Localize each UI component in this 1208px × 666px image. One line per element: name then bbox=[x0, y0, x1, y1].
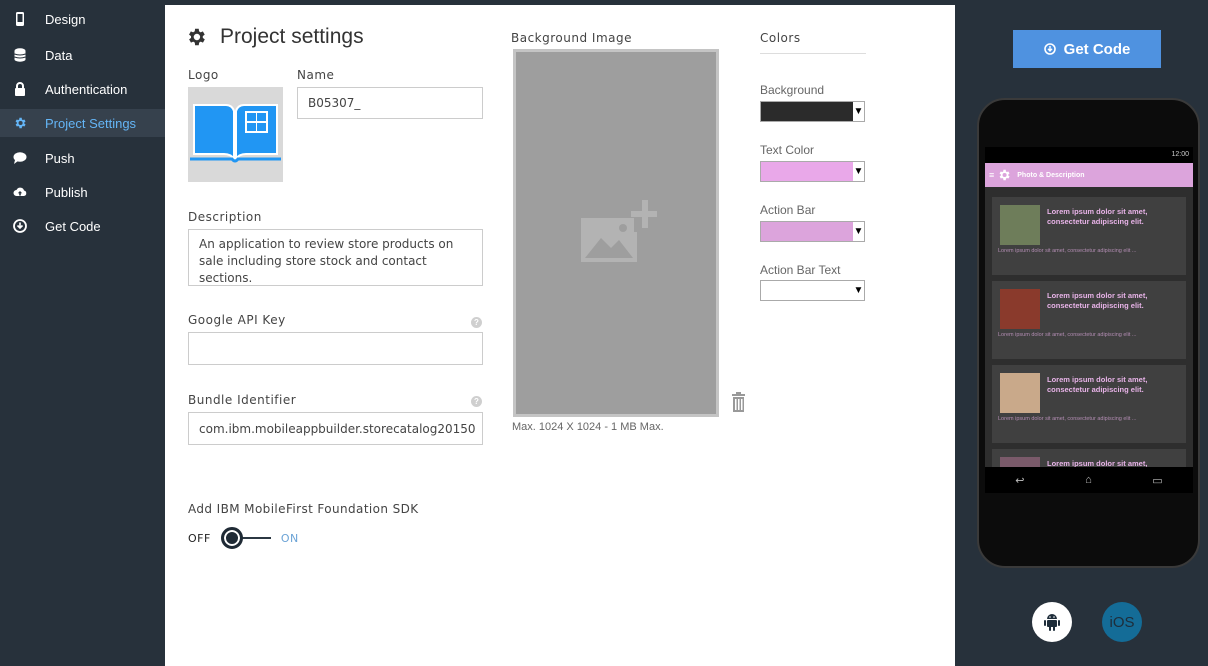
list-item-photo bbox=[1000, 205, 1040, 245]
toggle-off-label: OFF bbox=[188, 531, 211, 545]
name-label: Name bbox=[297, 68, 335, 82]
book-logo-icon bbox=[190, 104, 281, 163]
ios-preview-button[interactable]: iOS bbox=[1102, 602, 1142, 642]
list-item-title: Lorem ipsum dolor sit amet, consectetur … bbox=[1047, 207, 1148, 226]
chevron-down-icon: ▼ bbox=[853, 162, 864, 181]
logo-upload[interactable] bbox=[188, 87, 283, 182]
list-item-subtitle: Lorem ipsum dolor sit amet, consectetur … bbox=[998, 248, 1137, 254]
get-code-button[interactable]: Get Code bbox=[1013, 30, 1161, 68]
list-item-photo bbox=[1000, 289, 1040, 329]
sidebar-item-label: Project Settings bbox=[45, 115, 137, 131]
list-item-title: Lorem ipsum dolor sit amet, consectetur … bbox=[1047, 291, 1148, 310]
logo-label: Logo bbox=[188, 68, 219, 82]
sidebar-item-authentication[interactable]: Authentication bbox=[0, 75, 165, 103]
android-icon bbox=[1044, 614, 1060, 631]
colors-title: Colors bbox=[760, 31, 866, 54]
status-time: 12:00 bbox=[1171, 151, 1189, 158]
trash-icon[interactable] bbox=[732, 392, 745, 417]
sidebar-item-push[interactable]: Push bbox=[0, 144, 165, 172]
download-circle-icon bbox=[13, 219, 27, 233]
get-code-label: Get Code bbox=[1063, 40, 1131, 58]
google-api-field[interactable] bbox=[188, 332, 483, 365]
sidebar-item-project-settings[interactable]: Project Settings bbox=[0, 109, 165, 137]
action-bar-color-label: Action Bar bbox=[760, 203, 816, 217]
background-image-upload[interactable] bbox=[513, 49, 719, 417]
bundle-identifier-label: Bundle Identifier bbox=[188, 393, 297, 407]
ios-label: iOS bbox=[1109, 613, 1135, 631]
list-item: Lorem ipsum dolor sit amet, consectetur … bbox=[992, 281, 1186, 359]
sidebar: Design Data Authentication Project Setti… bbox=[0, 0, 165, 666]
phone-screen: 12:00 ≡ Photo & Description Lorem ipsum … bbox=[985, 147, 1193, 493]
sidebar-item-design[interactable]: Design bbox=[0, 5, 165, 33]
gear-icon bbox=[13, 116, 27, 130]
text-color-select[interactable]: ▼ bbox=[760, 161, 865, 182]
back-icon: ↩ bbox=[1015, 474, 1025, 487]
list-item-photo bbox=[1000, 373, 1040, 413]
page-title: Project settings bbox=[185, 25, 364, 49]
help-icon[interactable]: ? bbox=[471, 396, 482, 407]
list-item: Lorem ipsum dolor sit amet, consectetur … bbox=[992, 197, 1186, 275]
sdk-toggle[interactable]: OFF ON bbox=[188, 527, 299, 549]
help-icon[interactable]: ? bbox=[471, 317, 482, 328]
sidebar-item-label: Publish bbox=[45, 184, 88, 200]
list-item-subtitle: Lorem ipsum dolor sit amet, consectetur … bbox=[998, 416, 1137, 422]
status-bar: 12:00 bbox=[985, 147, 1193, 163]
lock-icon bbox=[13, 82, 27, 96]
toggle-on-label: ON bbox=[280, 531, 299, 545]
list-item-subtitle: Lorem ipsum dolor sit amet, consectetur … bbox=[998, 332, 1137, 338]
text-color-label: Text Color bbox=[760, 143, 815, 157]
background-image-label: Background Image bbox=[511, 31, 632, 45]
gear-icon bbox=[999, 169, 1010, 181]
home-icon: ⌂ bbox=[1085, 474, 1092, 486]
google-api-label: Google API Key bbox=[188, 313, 286, 327]
sidebar-item-label: Design bbox=[45, 11, 86, 27]
chevron-down-icon: ▼ bbox=[853, 281, 864, 300]
main-panel: Project settings Logo Name B05307_ Descr… bbox=[165, 5, 955, 666]
chevron-down-icon: ▼ bbox=[853, 222, 864, 241]
bundle-identifier-field[interactable]: com.ibm.mobileappbuilder.storecatalog201… bbox=[188, 412, 483, 445]
sidebar-item-label: Get Code bbox=[45, 218, 101, 234]
page-title-text: Project settings bbox=[220, 25, 364, 48]
action-bar-text-color-select[interactable]: ▼ bbox=[760, 280, 865, 301]
toggle-switch[interactable] bbox=[220, 527, 271, 549]
gear-icon bbox=[189, 28, 205, 46]
action-bar-text-color-label: Action Bar Text bbox=[760, 263, 841, 277]
chevron-down-icon: ▼ bbox=[853, 102, 864, 121]
background-size-note: Max. 1024 X 1024 - 1 MB Max. bbox=[512, 421, 664, 433]
phone-preview: 12:00 ≡ Photo & Description Lorem ipsum … bbox=[977, 98, 1200, 568]
cloud-upload-icon bbox=[13, 185, 27, 199]
sidebar-item-publish[interactable]: Publish bbox=[0, 178, 165, 206]
sidebar-item-label: Authentication bbox=[45, 81, 128, 97]
sdk-label: Add IBM MobileFirst Foundation SDK bbox=[188, 502, 419, 516]
download-circle-icon bbox=[1043, 43, 1056, 55]
app-title: Photo & Description bbox=[1017, 171, 1085, 179]
sidebar-item-get-code[interactable]: Get Code bbox=[0, 212, 165, 240]
menu-icon: ≡ bbox=[989, 170, 995, 180]
sidebar-item-data[interactable]: Data bbox=[0, 41, 165, 69]
description-label: Description bbox=[188, 210, 262, 224]
android-nav-bar: ↩ ⌂ ▭ bbox=[985, 467, 1193, 493]
action-bar-color-select[interactable]: ▼ bbox=[760, 221, 865, 242]
image-placeholder-icon bbox=[581, 200, 657, 262]
mobile-icon bbox=[13, 12, 27, 26]
description-field[interactable]: An application to review store products … bbox=[188, 229, 483, 286]
list-item: Lorem ipsum dolor sit amet, consectetur … bbox=[992, 365, 1186, 443]
background-color-label: Background bbox=[760, 83, 825, 97]
list-item-title: Lorem ipsum dolor sit amet, consectetur … bbox=[1047, 375, 1148, 394]
chat-bubble-icon bbox=[13, 151, 27, 165]
app-action-bar: ≡ Photo & Description bbox=[985, 163, 1193, 187]
database-icon bbox=[13, 48, 27, 62]
sidebar-item-label: Push bbox=[45, 150, 75, 166]
background-color-select[interactable]: ▼ bbox=[760, 101, 865, 122]
android-preview-button[interactable] bbox=[1032, 602, 1072, 642]
name-field[interactable]: B05307_ bbox=[297, 87, 483, 119]
sidebar-item-label: Data bbox=[45, 47, 73, 63]
preview-panel: Get Code 12:00 ≡ Photo & Description Lor… bbox=[955, 0, 1208, 666]
recent-apps-icon: ▭ bbox=[1152, 474, 1163, 487]
toggle-knob[interactable] bbox=[220, 527, 243, 549]
